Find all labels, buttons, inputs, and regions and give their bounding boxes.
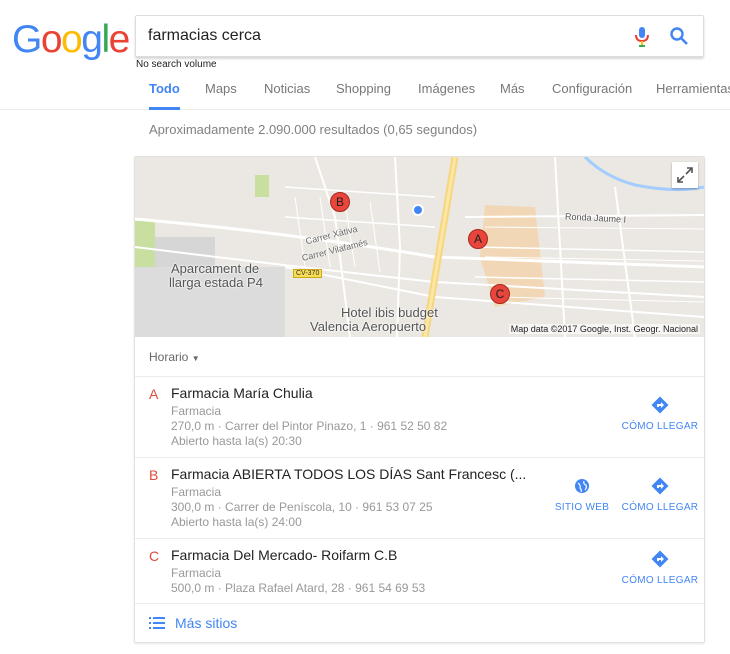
logo-letter: o	[61, 18, 83, 61]
map-label-hotel-line1: Hotel ibis budget	[341, 305, 438, 320]
search-icon[interactable]	[669, 26, 689, 46]
map-road-badge: CV-370	[293, 269, 323, 278]
hours-filter-label: Horario	[149, 350, 189, 364]
directions-label: CÓMO LLEGAR	[621, 421, 699, 432]
result-letter: B	[149, 467, 159, 483]
tab-shopping[interactable]: Shopping	[336, 81, 391, 110]
dropdown-caret-icon: ▼	[191, 354, 200, 363]
list-icon	[149, 617, 165, 629]
result-letter: A	[149, 386, 159, 402]
more-sites-label: Más sitios	[175, 615, 238, 631]
logo-letter: l	[101, 18, 110, 61]
tab-configuracion[interactable]: Configuración	[552, 81, 632, 110]
directions-button[interactable]: CÓMO LLEGAR	[620, 395, 700, 432]
directions-icon	[651, 396, 669, 414]
logo-letter: o	[40, 18, 63, 61]
tab-todo[interactable]: Todo	[149, 81, 180, 110]
directions-label: CÓMO LLEGAR	[621, 502, 699, 513]
result-letter: C	[149, 548, 160, 564]
result-address: 300,0 m · Carrer de Peníscola, 10 · 961 …	[171, 500, 433, 514]
directions-icon	[651, 477, 669, 495]
map-preview[interactable]: Ronda Jaume I Carrer Xàtiva Carrer Vilaf…	[135, 157, 704, 337]
local-result[interactable]: C Farmacia Del Mercado- Roifarm C.B Farm…	[135, 539, 704, 604]
results-stats: Aproximadamente 2.090.000 resultados (0,…	[149, 122, 478, 137]
search-box	[135, 15, 704, 57]
map-label-parking-line1: Aparcament de	[171, 261, 260, 276]
result-title[interactable]: Farmacia ABIERTA TODOS LOS DÍAS Sant Fra…	[171, 466, 526, 482]
logo-letter: G	[12, 18, 42, 61]
website-button[interactable]: SITIO WEB	[542, 476, 622, 513]
tab-maps[interactable]: Maps	[205, 81, 237, 110]
map-pin-c[interactable]: C	[490, 284, 510, 304]
directions-icon	[651, 550, 669, 568]
search-volume-note: No search volume	[136, 59, 217, 70]
logo-letter: e	[108, 18, 131, 61]
result-type: Farmacia	[171, 404, 222, 418]
result-address: 500,0 m · Plaza Rafael Atard, 28 · 961 5…	[171, 581, 426, 595]
local-result[interactable]: B Farmacia ABIERTA TODOS LOS DÍAS Sant F…	[135, 458, 704, 539]
expand-icon[interactable]	[672, 162, 698, 188]
local-result[interactable]: A Farmacia María Chulia Farmacia 270,0 m…	[135, 377, 704, 458]
result-address: 270,0 m · Carrer del Pintor Pinazo, 1 · …	[171, 419, 448, 433]
website-label: SITIO WEB	[554, 502, 610, 513]
logo-letter: g	[81, 18, 103, 61]
tab-mas[interactable]: Más	[500, 81, 525, 110]
result-type: Farmacia	[171, 485, 222, 499]
result-type: Farmacia	[171, 566, 222, 580]
hours-filter[interactable]: Horario ▼	[149, 350, 200, 364]
search-tabs: Todo Maps Noticias Shopping Imágenes Más…	[0, 70, 730, 110]
result-title[interactable]: Farmacia Del Mercado- Roifarm C.B	[171, 547, 397, 563]
result-hours: Abierto hasta la(s) 24:00	[171, 515, 302, 529]
directions-button[interactable]: CÓMO LLEGAR	[620, 476, 700, 513]
tab-noticias[interactable]: Noticias	[264, 81, 310, 110]
directions-label: CÓMO LLEGAR	[621, 575, 699, 586]
more-sites-link[interactable]: Más sitios	[135, 604, 704, 642]
local-results-card: Ronda Jaume I Carrer Xàtiva Carrer Vilaf…	[134, 156, 705, 643]
microphone-icon[interactable]	[633, 26, 651, 48]
map-label-hotel-line2: Valencia Aeropuerto	[310, 319, 427, 334]
result-hours: Abierto hasta la(s) 20:30	[171, 434, 302, 448]
filter-row: Horario ▼	[135, 337, 704, 377]
google-logo[interactable]: Google	[12, 18, 131, 61]
directions-button[interactable]: CÓMO LLEGAR	[620, 549, 700, 586]
tab-imagenes[interactable]: Imágenes	[418, 81, 475, 110]
map-credit: Map data ©2017 Google, Inst. Geogr. Naci…	[508, 324, 700, 334]
result-title[interactable]: Farmacia María Chulia	[171, 385, 313, 401]
map-label-parking-line2: llarga estada P4	[169, 275, 263, 290]
search-input[interactable]	[148, 16, 628, 56]
tab-herramientas[interactable]: Herramientas	[656, 81, 730, 110]
map-pin-a[interactable]: A	[468, 229, 488, 249]
map-pin-b[interactable]: B	[330, 192, 350, 212]
globe-icon	[575, 479, 589, 493]
